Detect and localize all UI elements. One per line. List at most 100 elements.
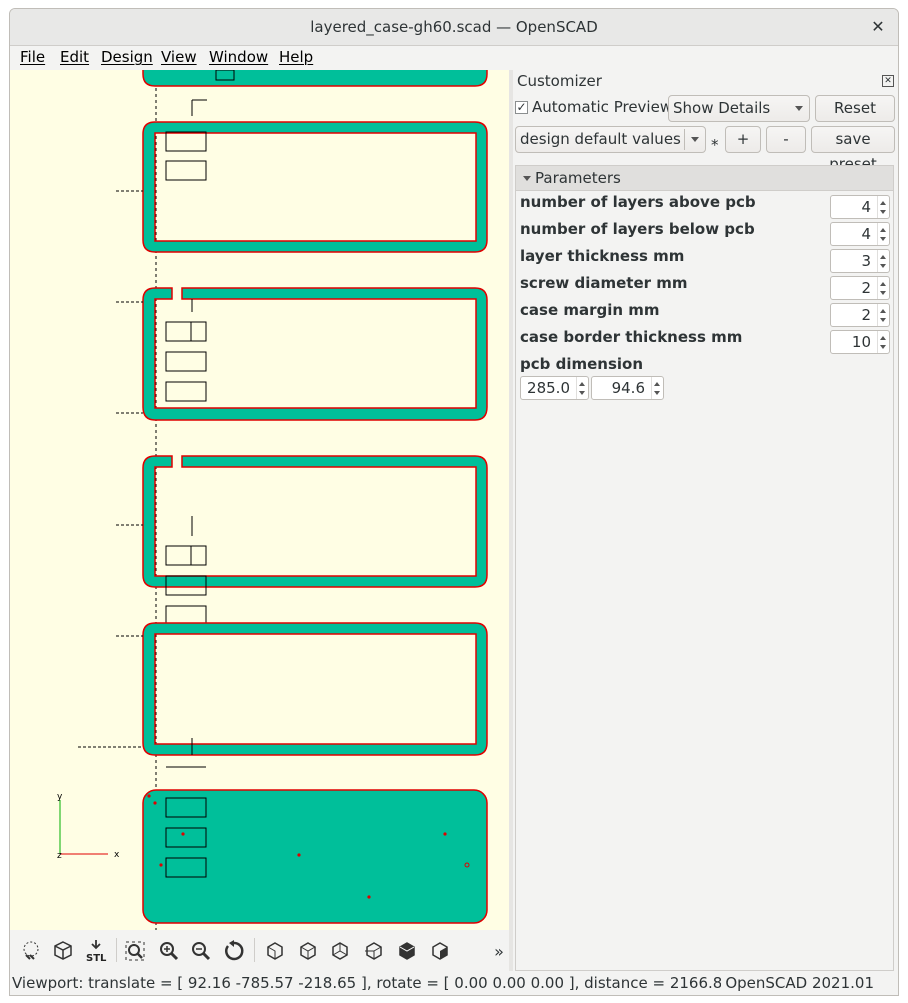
- screw-diameter-spinbox[interactable]: 2: [830, 276, 890, 300]
- spinbox-value: 285.0: [527, 379, 570, 397]
- export-stl-icon[interactable]: STL: [83, 938, 109, 964]
- spin-down-icon[interactable]: [654, 391, 660, 395]
- layer-2: [116, 287, 488, 421]
- spinbox-value: 94.6: [611, 379, 645, 397]
- reset-button[interactable]: Reset: [815, 95, 895, 122]
- toolbar-separator: [254, 938, 255, 962]
- spin-up-icon[interactable]: [654, 382, 660, 386]
- pcb-width-spinbox[interactable]: 285.0: [520, 376, 589, 400]
- preview-icon[interactable]: [18, 938, 44, 964]
- chevron-down-icon: [795, 106, 803, 111]
- float-panel-icon[interactable]: ✕: [882, 75, 894, 87]
- param-label: number of layers above pcb: [520, 193, 756, 211]
- layers-above-pcb-spinbox[interactable]: 4: [830, 195, 890, 219]
- preset-select[interactable]: design default values: [515, 126, 706, 153]
- chevron-down-icon: [691, 137, 699, 142]
- spinbox-value: 2: [861, 306, 871, 324]
- spin-up-icon[interactable]: [880, 228, 886, 232]
- title-bar: layered_case-gh60.scad — OpenSCAD ✕: [10, 9, 898, 46]
- view-all-icon[interactable]: [122, 938, 148, 964]
- pcb-height-spinbox[interactable]: 94.6: [591, 376, 664, 400]
- param-label: layer thickness mm: [520, 247, 685, 265]
- customizer-panel: Customizer ✕ ✓ Automatic Preview Show De…: [513, 70, 898, 971]
- spin-down-icon[interactable]: [880, 264, 886, 268]
- menu-bar: File Edit Design View Window Help: [10, 46, 898, 70]
- case-margin-spinbox[interactable]: 2: [830, 303, 890, 327]
- add-preset-button[interactable]: +: [725, 126, 761, 153]
- spin-down-icon[interactable]: [880, 291, 886, 295]
- parameters-header[interactable]: Parameters: [516, 166, 893, 191]
- param-label: screw diameter mm: [520, 274, 688, 292]
- param-label: case margin mm: [520, 301, 660, 319]
- export-stl-label: STL: [86, 953, 107, 963]
- 3d-viewport[interactable]: y x z: [10, 70, 509, 930]
- case-border-thickness-spinbox[interactable]: 10: [830, 330, 890, 354]
- menu-design[interactable]: Design: [101, 48, 153, 66]
- view-top-icon[interactable]: [295, 938, 321, 964]
- reset-view-icon[interactable]: [221, 938, 247, 964]
- menu-help[interactable]: Help: [279, 48, 313, 66]
- automatic-preview-label: Automatic Preview: [532, 98, 673, 116]
- spin-up-icon[interactable]: [880, 282, 886, 286]
- close-icon[interactable]: ✕: [867, 16, 889, 38]
- spinbox-value: 4: [861, 225, 871, 243]
- view-left-icon[interactable]: [361, 938, 387, 964]
- layer-3: [116, 455, 488, 626]
- zoom-in-icon[interactable]: [156, 938, 182, 964]
- layer-1: [116, 121, 488, 253]
- details-select[interactable]: Show Details: [668, 95, 810, 122]
- modified-marker: *: [711, 136, 719, 154]
- layer-thickness-spinbox[interactable]: 3: [830, 249, 890, 273]
- layer-top-partial: [142, 70, 488, 116]
- view-front-icon[interactable]: [394, 938, 420, 964]
- menu-window[interactable]: Window: [209, 48, 268, 66]
- parameters-group: Parameters number of layers above pcb 4 …: [515, 165, 894, 971]
- view-toolbar: STL »: [10, 930, 509, 971]
- spin-up-icon[interactable]: [579, 382, 585, 386]
- status-bar: Viewport: translate = [ 92.16 -785.57 -2…: [10, 971, 898, 995]
- param-label: pcb dimension: [520, 355, 644, 373]
- menu-view[interactable]: View: [161, 48, 197, 66]
- spinbox-value: 3: [861, 252, 871, 270]
- details-select-value: Show Details: [673, 99, 771, 117]
- layers-below-pcb-spinbox[interactable]: 4: [830, 222, 890, 246]
- view-back-icon[interactable]: [427, 938, 453, 964]
- layer-4: [78, 622, 488, 768]
- spin-up-icon[interactable]: [880, 309, 886, 313]
- axes-indicator: y x z: [57, 792, 120, 861]
- viewport-canvas: y x z: [57, 70, 488, 930]
- view-bottom-icon[interactable]: [327, 938, 353, 964]
- spin-down-icon[interactable]: [880, 318, 886, 322]
- automatic-preview-checkbox[interactable]: ✓: [515, 101, 528, 114]
- remove-preset-button[interactable]: -: [766, 126, 806, 153]
- spin-up-icon[interactable]: [880, 255, 886, 259]
- spin-down-icon[interactable]: [880, 345, 886, 349]
- menu-edit[interactable]: Edit: [60, 48, 89, 66]
- spinbox-value: 4: [861, 198, 871, 216]
- render-icon[interactable]: [50, 938, 76, 964]
- menu-file[interactable]: File: [20, 48, 45, 66]
- save-preset-button[interactable]: save preset: [811, 126, 895, 173]
- spin-down-icon[interactable]: [880, 237, 886, 241]
- z-axis-label: z: [57, 851, 62, 861]
- x-axis-label: x: [114, 850, 120, 860]
- spin-down-icon[interactable]: [880, 210, 886, 214]
- layer-bottom-plate: [142, 789, 488, 924]
- version-text: OpenSCAD 2021.01: [721, 974, 874, 992]
- param-label: case border thickness mm: [520, 328, 743, 346]
- customizer-title: Customizer: [517, 72, 602, 90]
- spinbox-value: 2: [861, 279, 871, 297]
- spin-up-icon[interactable]: [880, 336, 886, 340]
- spin-up-icon[interactable]: [880, 201, 886, 205]
- window-title: layered_case-gh60.scad — OpenSCAD: [310, 18, 598, 36]
- zoom-out-icon[interactable]: [188, 938, 214, 964]
- param-label: number of layers below pcb: [520, 220, 755, 238]
- parameters-header-label: Parameters: [535, 169, 621, 187]
- preset-select-value: design default values: [520, 130, 681, 148]
- spinbox-value: 10: [851, 333, 871, 351]
- openscad-window: layered_case-gh60.scad — OpenSCAD ✕ File…: [9, 8, 899, 996]
- toolbar-separator: [116, 938, 117, 962]
- view-right-icon[interactable]: [262, 938, 288, 964]
- collapse-triangle-icon: [523, 176, 531, 181]
- spin-down-icon[interactable]: [579, 391, 585, 395]
